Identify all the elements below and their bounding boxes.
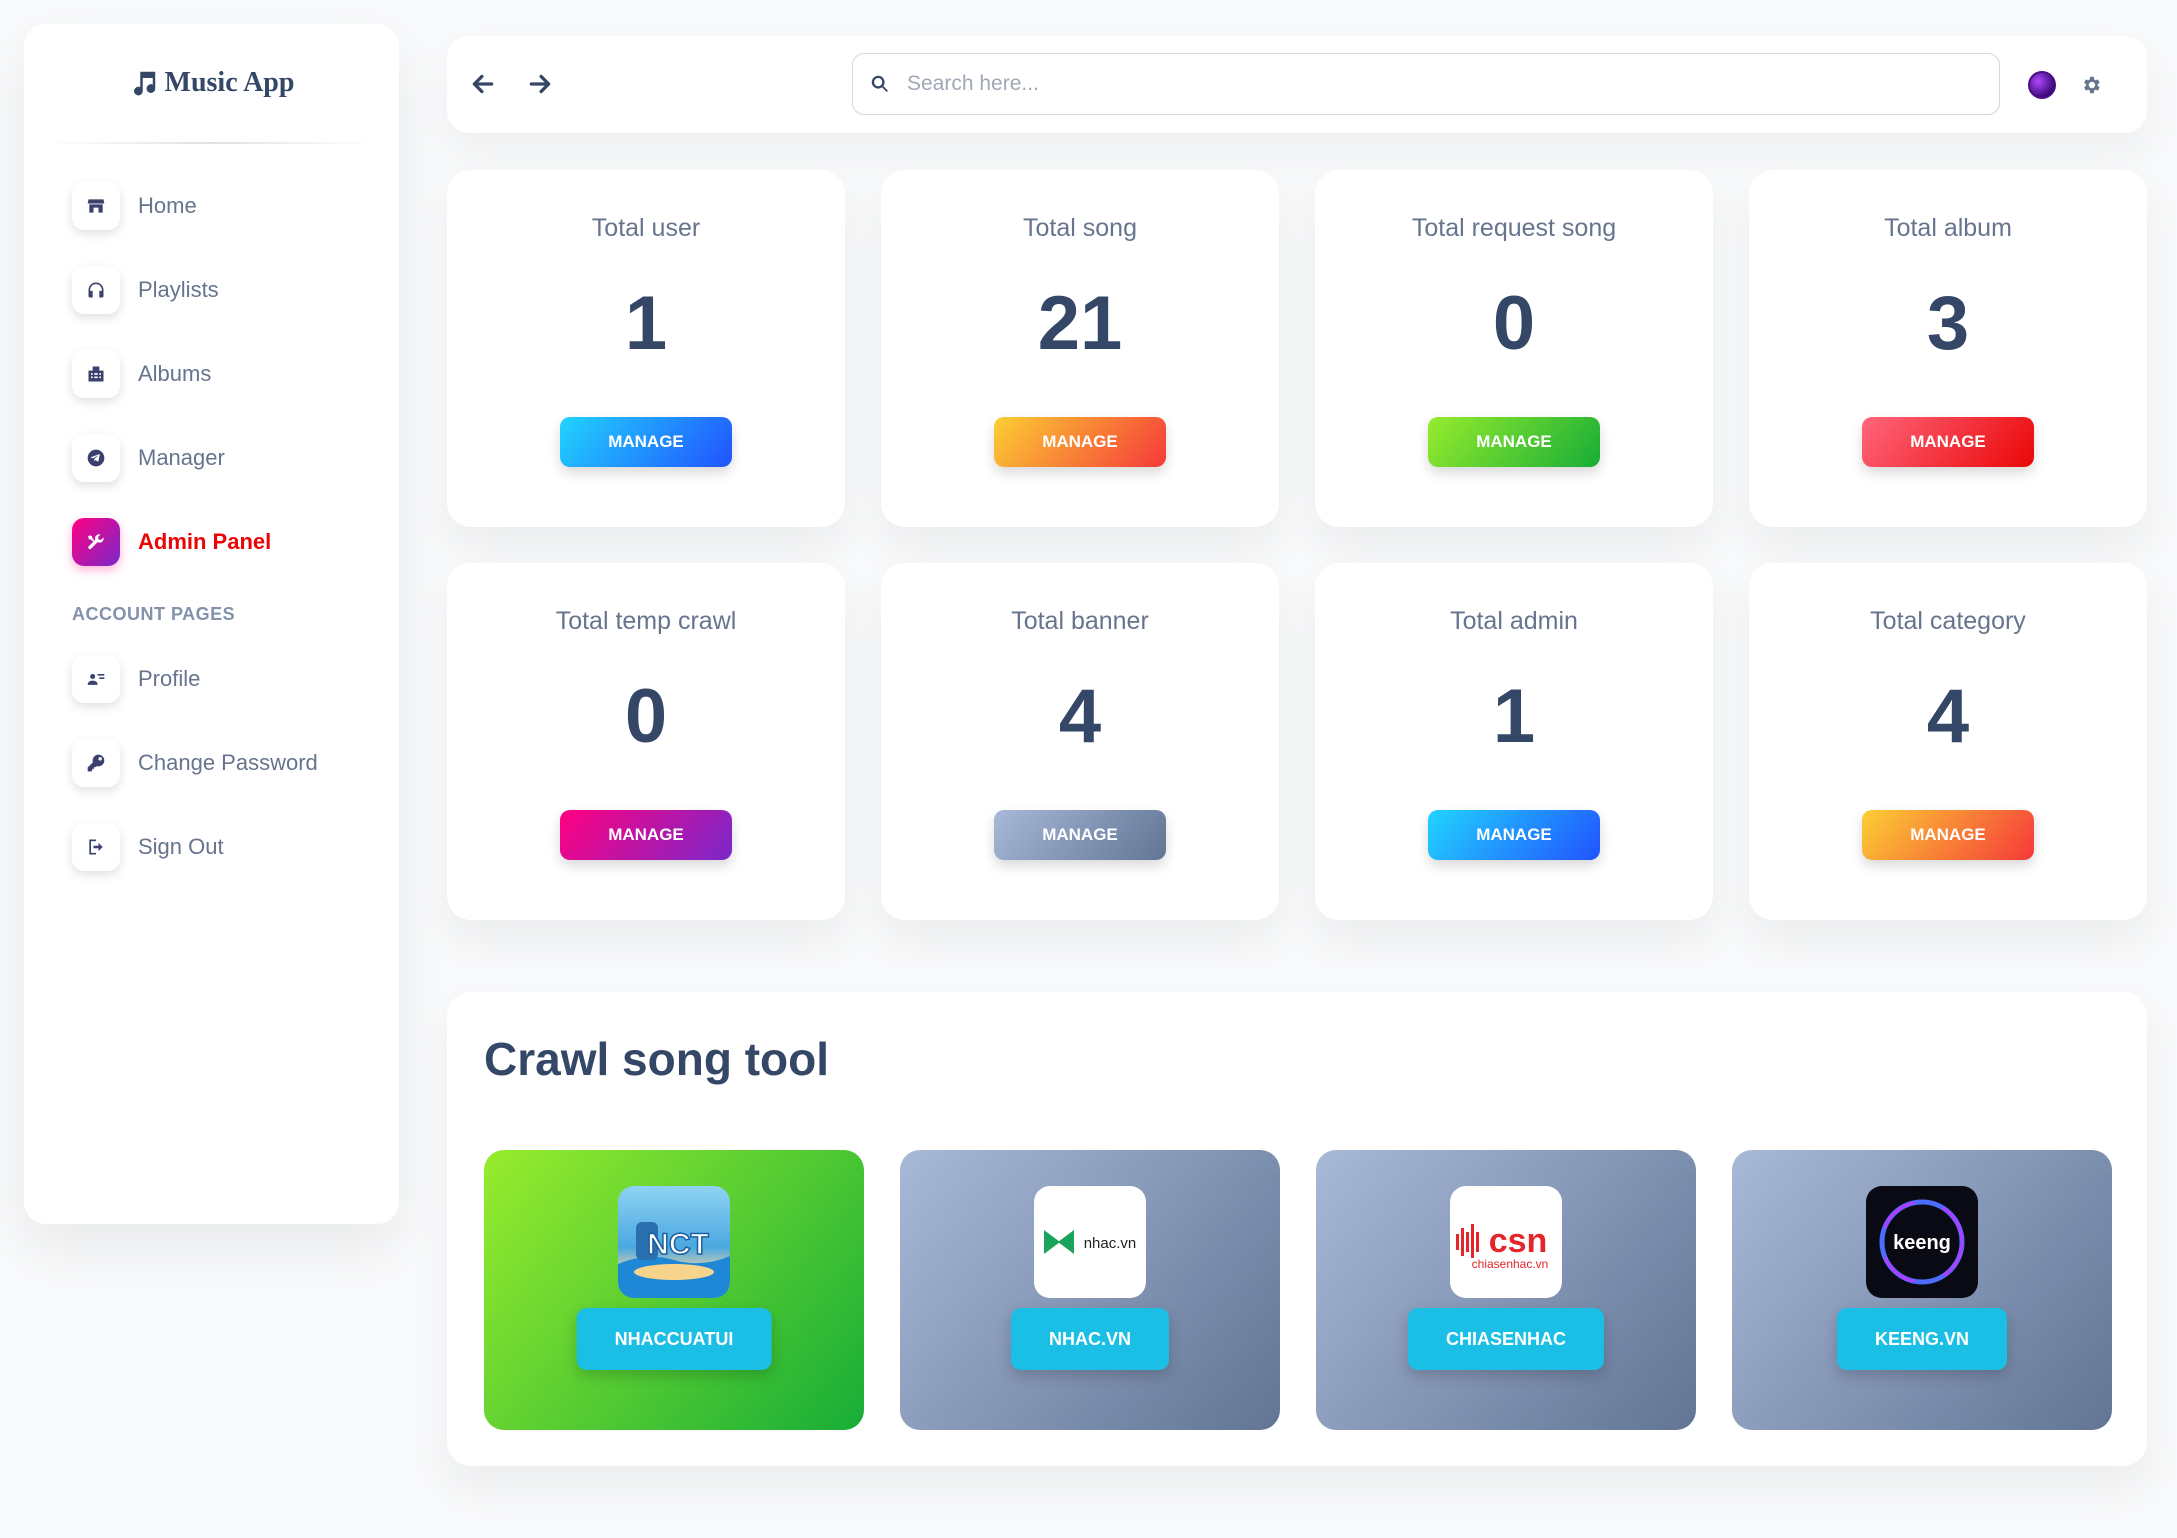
arrow-left-icon [472, 74, 494, 94]
sidebar-item-label: Playlists [138, 277, 219, 302]
manage-users-button[interactable]: MANAGE [560, 417, 732, 467]
search-icon [871, 75, 888, 92]
brand-divider [48, 142, 375, 144]
keeng-logo: keeng [1866, 1186, 1978, 1298]
stat-value: 4 [1058, 674, 1102, 759]
brand[interactable]: Music App [24, 24, 399, 142]
svg-text:chiasenhac.vn: chiasenhac.vn [1472, 1257, 1549, 1271]
svg-text:csn: csn [1489, 1222, 1548, 1260]
gear-icon [2084, 76, 2100, 94]
avatar[interactable] [2028, 71, 2056, 99]
tools-icon [72, 518, 120, 566]
chiasenhac-logo: csn chiasenhac.vn [1450, 1186, 1562, 1298]
key-icon [72, 739, 120, 787]
sidebar-item-home[interactable]: Home [24, 164, 399, 248]
stat-value: 3 [1926, 281, 1970, 366]
search-input[interactable] [907, 54, 1999, 114]
headphones-icon [72, 266, 120, 314]
manage-albums-button[interactable]: MANAGE [1862, 417, 2034, 467]
manage-categories-button[interactable]: MANAGE [1862, 810, 2034, 860]
shop-icon [72, 182, 120, 230]
manage-admins-button[interactable]: MANAGE [1428, 810, 1600, 860]
sidebar-item-label: Sign Out [138, 834, 224, 859]
nhaccuatui-logo: NCT [618, 1186, 730, 1298]
sidebar-item-albums[interactable]: Albums [24, 332, 399, 416]
stat-card-total-banner: Total banner 4 MANAGE [881, 563, 1279, 920]
stat-value: 0 [624, 674, 668, 759]
stat-value: 1 [1492, 674, 1536, 759]
stat-title: Total album [1884, 214, 2012, 242]
svg-text:keeng: keeng [1893, 1232, 1951, 1254]
crawl-song-tool-panel: Crawl song tool NCT NHACCUATUI nhac.vn N… [447, 992, 2147, 1466]
sidebar-item-admin-panel[interactable]: Admin Panel [24, 500, 399, 584]
sidebar-item-label: Home [138, 193, 197, 218]
music-note-icon [133, 71, 155, 96]
manage-temp-crawl-button[interactable]: MANAGE [560, 810, 732, 860]
sign-out-icon [72, 823, 120, 871]
sidebar-item-playlists[interactable]: Playlists [24, 248, 399, 332]
stat-card-total-album: Total album 3 MANAGE [1749, 170, 2147, 527]
topbar [447, 36, 2147, 133]
stat-card-total-request-song: Total request song 0 MANAGE [1315, 170, 1713, 527]
back-button[interactable] [465, 66, 501, 102]
forward-button[interactable] [522, 66, 558, 102]
sidebar-item-change-password[interactable]: Change Password [24, 721, 399, 805]
arrow-right-icon [529, 74, 551, 94]
crawl-card-nhac-vn: nhac.vn NHAC.VN [900, 1150, 1280, 1430]
sidebar-item-sign-out[interactable]: Sign Out [24, 805, 399, 889]
crawl-keeng-vn-button[interactable]: KEENG.VN [1836, 1308, 2008, 1370]
stat-title: Total category [1870, 607, 2026, 635]
manage-request-songs-button[interactable]: MANAGE [1428, 417, 1600, 467]
manage-songs-button[interactable]: MANAGE [994, 417, 1166, 467]
stat-card-total-temp-crawl: Total temp crawl 0 MANAGE [447, 563, 845, 920]
stat-title: Total song [1023, 214, 1137, 242]
sidebar-item-label: Profile [138, 666, 201, 691]
stat-title: Total temp crawl [555, 607, 737, 635]
user-icon [72, 655, 120, 703]
crawl-title: Crawl song tool [484, 1033, 829, 1085]
section-title-account-pages: ACCOUNT PAGES [72, 604, 236, 624]
stat-title: Total user [591, 214, 701, 242]
building-icon [72, 350, 120, 398]
stat-title: Total admin [1450, 607, 1578, 635]
settings-button[interactable] [2077, 71, 2105, 99]
crawl-card-keeng-vn: keeng KEENG.VN [1732, 1150, 2112, 1430]
stat-card-total-category: Total category 4 MANAGE [1749, 563, 2147, 920]
stat-value: 1 [624, 281, 668, 366]
stat-card-total-song: Total song 21 MANAGE [881, 170, 1279, 527]
sidebar: Music App Home Playlists Albums Manager … [24, 24, 399, 1224]
crawl-card-nhaccuatui: NCT NHACCUATUI [484, 1150, 864, 1430]
crawl-nhac-vn-button[interactable]: NHAC.VN [1010, 1308, 1170, 1370]
crawl-card-chiasenhac: csn chiasenhac.vn CHIASENHAC [1316, 1150, 1696, 1430]
crawl-nhaccuatui-button[interactable]: NHACCUATUI [576, 1308, 772, 1370]
stat-title: Total banner [1011, 607, 1149, 635]
stat-title: Total request song [1411, 214, 1617, 242]
stat-card-total-admin: Total admin 1 MANAGE [1315, 563, 1713, 920]
crawl-chiasenhac-button[interactable]: CHIASENHAC [1407, 1308, 1605, 1370]
svg-text:nhac.vn: nhac.vn [1084, 1235, 1137, 1252]
sidebar-item-label: Change Password [138, 750, 318, 775]
send-icon [72, 434, 120, 482]
stat-value: 21 [1037, 281, 1123, 366]
sidebar-item-label: Albums [138, 361, 212, 386]
sidebar-item-manager[interactable]: Manager [24, 416, 399, 500]
stat-card-total-user: Total user 1 MANAGE [447, 170, 845, 527]
stat-value: 4 [1926, 674, 1970, 759]
search-box [852, 53, 2000, 115]
manage-banners-button[interactable]: MANAGE [994, 810, 1166, 860]
sidebar-item-label: Manager [138, 445, 225, 470]
sidebar-item-profile[interactable]: Profile [24, 637, 399, 721]
sidebar-item-label: Admin Panel [138, 529, 272, 554]
nhac-vn-logo: nhac.vn [1034, 1186, 1146, 1298]
brand-name: Music App [164, 67, 295, 98]
stat-value: 0 [1492, 281, 1536, 366]
svg-text:NCT: NCT [647, 1228, 709, 1261]
